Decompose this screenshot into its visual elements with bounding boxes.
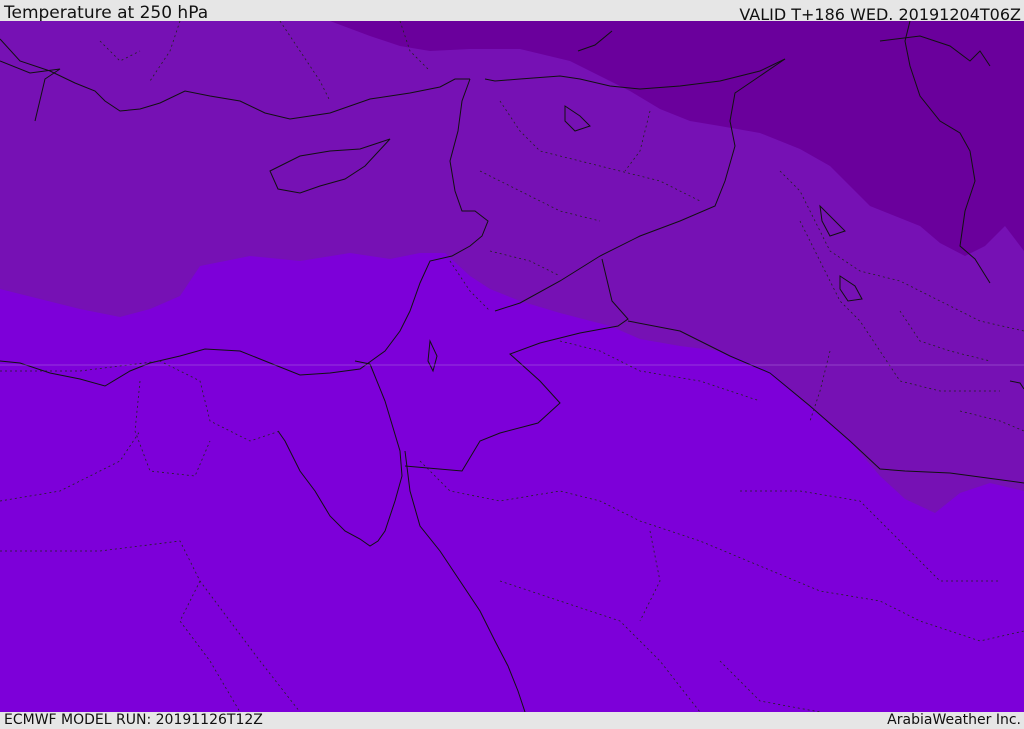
model-run: ECMWF MODEL RUN: 20191126T12Z	[4, 712, 263, 728]
map-header: Temperature at 250 hPa VALID T+186 WED. …	[0, 0, 1024, 24]
map-title: Temperature at 250 hPa	[4, 3, 209, 23]
temperature-map-svg	[0, 21, 1024, 712]
map-footer: ECMWF MODEL RUN: 20191126T12Z ArabiaWeat…	[0, 712, 1024, 729]
credit-label: ArabiaWeather Inc.	[887, 712, 1021, 728]
weather-map[interactable]	[0, 21, 1024, 712]
